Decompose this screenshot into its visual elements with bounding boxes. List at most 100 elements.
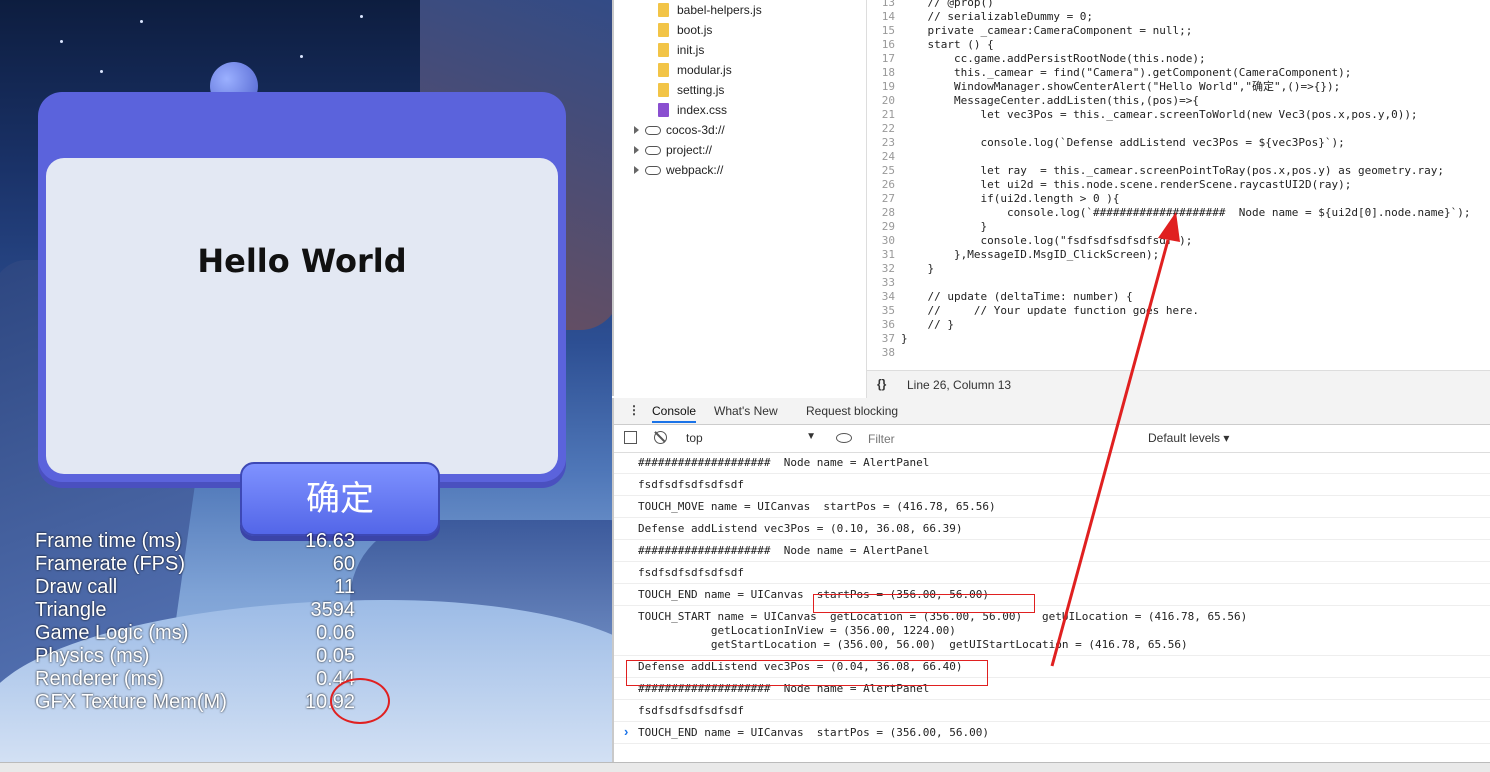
line-number: 20	[881, 94, 895, 107]
file-item[interactable]: boot.js	[658, 20, 712, 40]
origin-name: project://	[666, 143, 713, 157]
file-name: boot.js	[677, 23, 713, 37]
file-item[interactable]: index.css	[658, 100, 727, 120]
stat-value: 60	[332, 553, 355, 575]
code-text: }	[901, 332, 908, 345]
code-text: if(ui2d.length > 0 ){	[901, 192, 1120, 205]
code-text: let vec3Pos = this._camear.screenToWorld…	[901, 108, 1418, 121]
console-message: TOUCH_END name = UICanvas startPos = (35…	[614, 584, 1490, 606]
console-message: fsdfsdfsdfsdfsdf	[614, 562, 1490, 584]
code-line[interactable]: 28 console.log(`#################### Nod…	[867, 206, 1471, 220]
expand-arrow-icon[interactable]	[634, 166, 639, 174]
line-number: 22	[881, 122, 895, 135]
code-line[interactable]: 36 // }	[867, 318, 954, 332]
line-number: 29	[881, 220, 895, 233]
cursor-position: Line 26, Column 13	[907, 378, 1012, 392]
clear-console-icon[interactable]	[654, 431, 667, 444]
file-item[interactable]: babel-helpers.js	[658, 0, 762, 20]
console-message: #################### Node name = AlertPa…	[614, 540, 1490, 562]
cloud-icon	[645, 165, 661, 175]
stat-row: GFX Texture Mem(M) 10.92	[35, 691, 355, 714]
line-number: 33	[881, 276, 895, 289]
line-number: 38	[881, 346, 895, 359]
filter-input[interactable]	[866, 428, 1140, 450]
line-number: 13	[881, 0, 895, 9]
line-number: 19	[881, 80, 895, 93]
line-number: 16	[881, 38, 895, 51]
log-levels-dropdown[interactable]: Default levels ▾	[1148, 431, 1229, 445]
tab-whats-new[interactable]: What's New	[714, 404, 778, 418]
pretty-print-icon[interactable]: {}	[877, 377, 886, 391]
code-line[interactable]: 23 console.log(`Defense addListend vec3P…	[867, 136, 1345, 150]
annotation-box	[813, 594, 1035, 613]
star-icon	[300, 55, 303, 58]
code-line[interactable]: 35 // // Your update function goes here.	[867, 304, 1199, 318]
expand-arrow-icon[interactable]	[634, 126, 639, 134]
code-line[interactable]: 33	[867, 276, 901, 290]
code-line[interactable]: 38	[867, 346, 901, 360]
code-text: // serializableDummy = 0;	[901, 10, 1094, 23]
code-text: }	[901, 220, 988, 233]
cloud-icon	[645, 145, 661, 155]
game-view[interactable]: Hello World 确定 Frame time (ms) 16.63 Fram…	[0, 0, 612, 762]
code-line[interactable]: 30 console.log("fsdfsdfsdfsdfsdf");	[867, 234, 1193, 248]
stat-row: Game Logic (ms) 0.06	[35, 622, 355, 645]
code-editor[interactable]: 13 // @prop() 14 // serializableDummy = 0…	[866, 0, 1490, 370]
file-item[interactable]: setting.js	[658, 80, 724, 100]
code-line[interactable]: 21 let vec3Pos = this._camear.screenToWo…	[867, 108, 1418, 122]
file-item[interactable]: modular.js	[658, 60, 732, 80]
code-line[interactable]: 15 private _camear:CameraComponent = nul…	[867, 24, 1193, 38]
code-text: // @prop()	[901, 0, 994, 9]
expand-arrow-icon[interactable]	[634, 146, 639, 154]
code-line[interactable]: 16 start () {	[867, 38, 994, 52]
more-menu-icon[interactable]: ⋮	[628, 403, 640, 417]
stat-label: Draw call	[35, 576, 118, 598]
tab-console[interactable]: Console	[652, 404, 697, 423]
code-line[interactable]: 22	[867, 122, 901, 136]
annotation-circle	[330, 678, 390, 724]
console-messages: #################### Node name = AlertPa…	[614, 452, 1490, 744]
console-prompt-icon[interactable]: ›	[624, 724, 628, 739]
code-line[interactable]: 27 if(ui2d.length > 0 ){	[867, 192, 1120, 206]
code-line[interactable]: 32 }	[867, 262, 934, 276]
code-line[interactable]: 25 let ray = this._camear.screenPointToR…	[867, 164, 1444, 178]
sidebar-toggle-icon[interactable]	[624, 431, 637, 444]
line-number: 14	[881, 10, 895, 23]
code-line[interactable]: 37}	[867, 332, 908, 346]
tab-request-blocking[interactable]: Request blocking	[806, 404, 898, 418]
code-line[interactable]: 19 WindowManager.showCenterAlert("Hello …	[867, 80, 1340, 94]
js-file-icon	[658, 23, 669, 37]
code-line[interactable]: 18 this._camear = find("Camera").getComp…	[867, 66, 1352, 80]
code-line[interactable]: 20 MessageCenter.addListen(this,(pos)=>{	[867, 94, 1199, 108]
line-number: 27	[881, 192, 895, 205]
star-icon	[100, 70, 103, 73]
origin-folder[interactable]: project://	[634, 140, 712, 160]
code-text: private _camear:CameraComponent = null;;	[901, 24, 1193, 37]
code-text: }	[901, 262, 935, 275]
code-line[interactable]: 17 cc.game.addPersistRootNode(this.node)…	[867, 52, 1206, 66]
context-select[interactable]: top ▼	[686, 431, 816, 445]
js-file-icon	[658, 63, 669, 77]
code-line[interactable]: 26 let ui2d = this.node.scene.renderScen…	[867, 178, 1352, 192]
stat-value: 0.05	[316, 645, 355, 667]
code-line[interactable]: 29 }	[867, 220, 987, 234]
code-line[interactable]: 24	[867, 150, 901, 164]
line-number: 36	[881, 318, 895, 331]
line-number: 37	[881, 332, 895, 345]
origin-folder[interactable]: webpack://	[634, 160, 723, 180]
code-line[interactable]: 31 },MessageID.MsgID_ClickScreen);	[867, 248, 1160, 262]
alert-ok-button[interactable]: 确定	[240, 462, 440, 536]
origin-folder[interactable]: cocos-3d://	[634, 120, 725, 140]
file-name: modular.js	[677, 63, 732, 77]
live-expression-eye-icon[interactable]	[836, 433, 852, 443]
line-number: 21	[881, 108, 895, 121]
line-number: 31	[881, 248, 895, 261]
code-line[interactable]: 14 // serializableDummy = 0;	[867, 10, 1093, 24]
code-line[interactable]: 13 // @prop()	[867, 0, 994, 10]
code-line[interactable]: 34 // update (deltaTime: number) {	[867, 290, 1133, 304]
line-number: 23	[881, 136, 895, 149]
console-message: Defense addListend vec3Pos = (0.10, 36.0…	[614, 518, 1490, 540]
file-item[interactable]: init.js	[658, 40, 704, 60]
stat-label: Framerate (FPS)	[35, 553, 186, 575]
stat-value: 0.06	[316, 622, 355, 644]
